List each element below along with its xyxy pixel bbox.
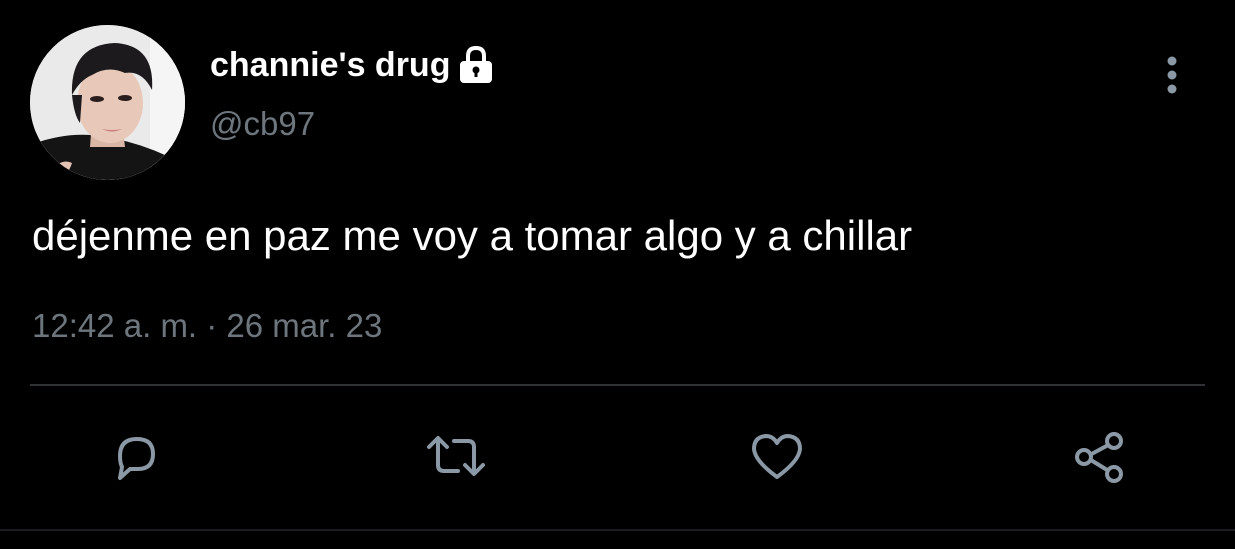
tweet-text: déjenme en paz me voy a tomar algo y a c…: [32, 212, 913, 259]
divider: [30, 384, 1205, 386]
share-icon: [1075, 432, 1123, 483]
share-button[interactable]: [1068, 425, 1132, 489]
reply-icon: [118, 437, 155, 480]
display-name[interactable]: channie's drug: [210, 46, 450, 85]
user-handle[interactable]: @cb97: [210, 105, 315, 143]
retweet-icon: [427, 436, 485, 476]
reply-button[interactable]: [104, 425, 168, 489]
like-button[interactable]: [745, 425, 809, 489]
tweet-card: channie's drug @cb97 déjenme en paz me v…: [0, 0, 1235, 549]
more-vertical-icon: [1167, 56, 1177, 94]
heart-icon: [752, 434, 802, 479]
retweet-button[interactable]: [424, 425, 488, 489]
more-options-button[interactable]: [1150, 50, 1194, 100]
avatar-photo: [30, 25, 185, 180]
display-name-row: channie's drug: [210, 40, 494, 90]
tweet-timestamp[interactable]: 12:42 a. m. · 26 mar. 23: [32, 307, 382, 345]
bottom-divider: [0, 529, 1235, 531]
lock-icon: [458, 45, 494, 85]
avatar[interactable]: [30, 25, 185, 180]
